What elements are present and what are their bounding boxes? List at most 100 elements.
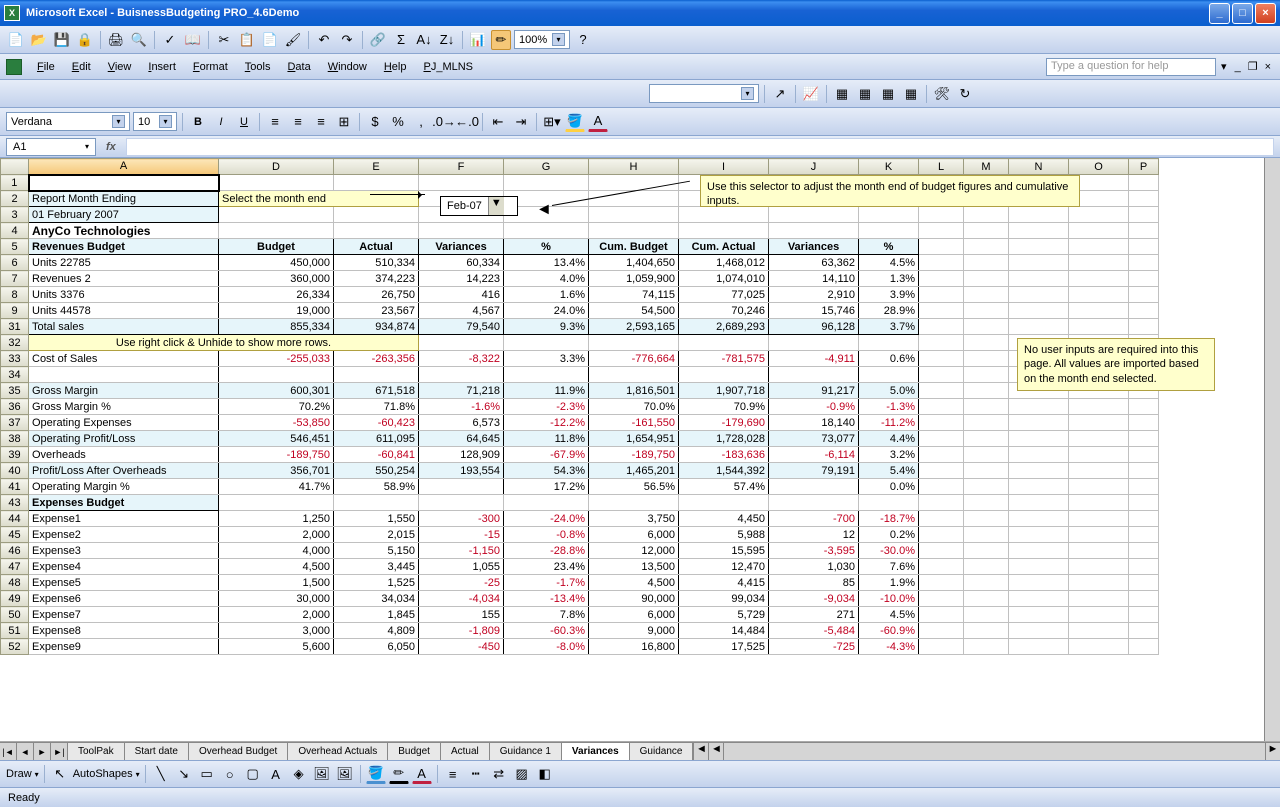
- cell[interactable]: [1069, 207, 1129, 223]
- cell[interactable]: 356,701: [219, 463, 334, 479]
- cell[interactable]: -25: [419, 575, 504, 591]
- cell[interactable]: -0.8%: [504, 527, 589, 543]
- new-icon[interactable]: 📄: [6, 30, 26, 50]
- cell[interactable]: 23.4%: [504, 559, 589, 575]
- menu-file[interactable]: File: [29, 58, 63, 76]
- cell[interactable]: [1009, 575, 1069, 591]
- menu-view[interactable]: View: [100, 58, 140, 76]
- sheet-tab[interactable]: ToolPak: [68, 743, 125, 760]
- 3d-icon[interactable]: ◧: [535, 764, 555, 784]
- preview-icon[interactable]: 🔍: [129, 30, 149, 50]
- cell[interactable]: 6,000: [589, 527, 679, 543]
- cell[interactable]: [1129, 399, 1159, 415]
- tab-scroll-right-icon[interactable]: ◄: [693, 743, 708, 760]
- cell[interactable]: [964, 415, 1009, 431]
- font-color2-icon[interactable]: A: [412, 764, 432, 784]
- cell[interactable]: Cost of Sales: [29, 351, 219, 367]
- cell[interactable]: [964, 207, 1009, 223]
- cell[interactable]: 416: [419, 287, 504, 303]
- font-color-icon[interactable]: A: [588, 112, 608, 132]
- cell[interactable]: [919, 527, 964, 543]
- row-header[interactable]: 48: [1, 575, 29, 591]
- cell[interactable]: [769, 207, 859, 223]
- cell[interactable]: [1129, 527, 1159, 543]
- cell[interactable]: [964, 607, 1009, 623]
- cell[interactable]: 934,874: [334, 319, 419, 335]
- cell[interactable]: 4.5%: [859, 255, 919, 271]
- row-header[interactable]: 35: [1, 383, 29, 399]
- cell[interactable]: [419, 495, 504, 511]
- cell[interactable]: [1069, 271, 1129, 287]
- formula-input[interactable]: [126, 138, 1274, 156]
- cell[interactable]: 5,988: [679, 527, 769, 543]
- cell[interactable]: -4.3%: [859, 639, 919, 655]
- cell[interactable]: 34,034: [334, 591, 419, 607]
- cell[interactable]: [1129, 287, 1159, 303]
- borders-icon[interactable]: ⊞▾: [542, 112, 562, 132]
- cell[interactable]: -60,423: [334, 415, 419, 431]
- cell[interactable]: [419, 479, 504, 495]
- tab-next-icon[interactable]: ►: [34, 743, 51, 760]
- cell[interactable]: -450: [419, 639, 504, 655]
- cell[interactable]: 26,334: [219, 287, 334, 303]
- cell[interactable]: Revenues 2: [29, 271, 219, 287]
- hyperlink-icon[interactable]: 🔗: [368, 30, 388, 50]
- row-header[interactable]: 7: [1, 271, 29, 287]
- cell[interactable]: [419, 367, 504, 383]
- cell[interactable]: 63,362: [769, 255, 859, 271]
- cell[interactable]: [919, 399, 964, 415]
- row-header[interactable]: 46: [1, 543, 29, 559]
- cell[interactable]: [859, 495, 919, 511]
- maximize-button[interactable]: □: [1232, 3, 1253, 24]
- cell[interactable]: -28.8%: [504, 543, 589, 559]
- cell[interactable]: 0.6%: [859, 351, 919, 367]
- sheet-tab[interactable]: Variances: [562, 743, 630, 760]
- row-header[interactable]: 4: [1, 223, 29, 239]
- cell[interactable]: 74,115: [589, 287, 679, 303]
- cell[interactable]: [964, 239, 1009, 255]
- clipart-icon[interactable]: 🖼: [312, 764, 332, 784]
- cell[interactable]: [1129, 319, 1159, 335]
- minimize-button[interactable]: _: [1209, 3, 1230, 24]
- cell[interactable]: [1129, 303, 1159, 319]
- line-icon[interactable]: ╲: [151, 764, 171, 784]
- cell[interactable]: 1,654,951: [589, 431, 679, 447]
- column-headers[interactable]: A D E F G H I J K L M N O P: [1, 159, 1159, 175]
- cell[interactable]: [679, 367, 769, 383]
- paste-icon[interactable]: 📄: [260, 30, 280, 50]
- cell[interactable]: 19,000: [219, 303, 334, 319]
- cell[interactable]: [1129, 175, 1159, 191]
- cell[interactable]: [859, 207, 919, 223]
- col-G[interactable]: G: [504, 159, 589, 175]
- cell[interactable]: 5,150: [334, 543, 419, 559]
- cell[interactable]: [419, 175, 504, 191]
- cell[interactable]: 77,025: [679, 287, 769, 303]
- dec-decimal-icon[interactable]: ←.0: [457, 112, 477, 132]
- cell[interactable]: [964, 399, 1009, 415]
- cell[interactable]: 79,540: [419, 319, 504, 335]
- cell[interactable]: [1129, 495, 1159, 511]
- cell[interactable]: [964, 223, 1009, 239]
- cell[interactable]: -725: [769, 639, 859, 655]
- cell[interactable]: 23,567: [334, 303, 419, 319]
- cell[interactable]: 1,500: [219, 575, 334, 591]
- cell[interactable]: 3.3%: [504, 351, 589, 367]
- cell[interactable]: 6,000: [589, 607, 679, 623]
- cell[interactable]: [419, 335, 504, 351]
- col-H[interactable]: H: [589, 159, 679, 175]
- cell[interactable]: Report Month Ending: [29, 191, 219, 207]
- trace-icon[interactable]: ↗: [770, 84, 790, 104]
- cell[interactable]: [1069, 591, 1129, 607]
- cell[interactable]: Units 44578: [29, 303, 219, 319]
- cell[interactable]: 54,500: [589, 303, 679, 319]
- cell[interactable]: -1.3%: [859, 399, 919, 415]
- align-left-icon[interactable]: ≡: [265, 112, 285, 132]
- cell[interactable]: [1129, 207, 1159, 223]
- cell[interactable]: [919, 303, 964, 319]
- cell[interactable]: [964, 255, 1009, 271]
- cell[interactable]: %: [504, 239, 589, 255]
- sheet-tab[interactable]: Overhead Budget: [189, 743, 288, 760]
- sort-desc-icon[interactable]: Z↓: [437, 30, 457, 50]
- cell[interactable]: [919, 479, 964, 495]
- grid-icon[interactable]: ▦: [832, 84, 852, 104]
